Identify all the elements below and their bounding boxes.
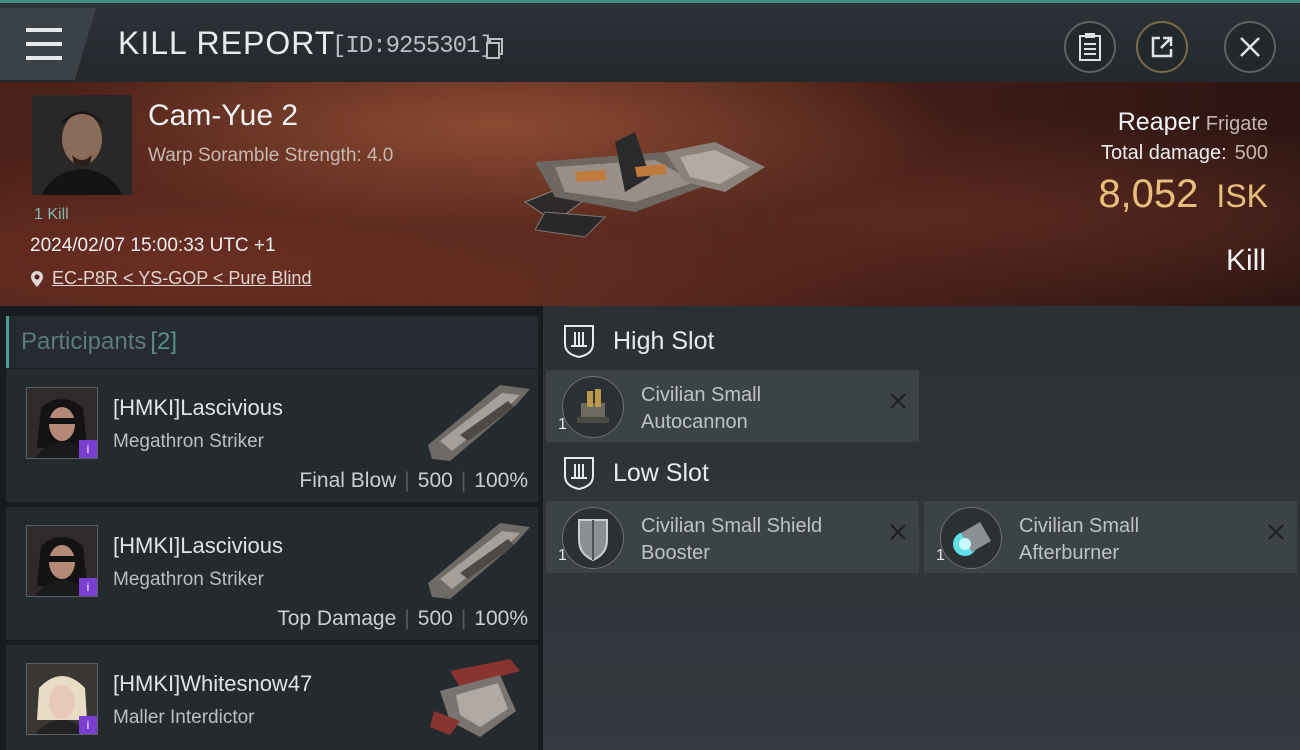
stats-divider: | xyxy=(404,469,410,492)
participant-ship: Maller Interdictor xyxy=(113,707,255,728)
participant-ship-image xyxy=(430,659,520,737)
avatar[interactable]: i xyxy=(26,525,98,597)
participant-row[interactable]: i [HMKI]Lascivious Megathron Striker Fin… xyxy=(6,369,538,502)
shield-booster-icon xyxy=(562,507,624,569)
victim-ship: Reaper Frigate xyxy=(1118,108,1268,137)
victim-portrait[interactable] xyxy=(32,95,132,195)
participant-ship: Megathron Striker xyxy=(113,569,265,590)
stats-divider: | xyxy=(460,469,467,492)
share-icon xyxy=(1151,36,1173,58)
participant-row[interactable]: i [HMKI]Whitesnow47 Maller Interdictor xyxy=(6,645,538,750)
clipboard-button[interactable] xyxy=(1064,21,1116,73)
module-item[interactable]: 1 Civilian Small Shield Booster xyxy=(546,501,919,573)
participant-damage: 500 xyxy=(417,607,453,630)
kill-datetime: 2024/02/07 15:00:33 UTC +1 xyxy=(30,235,276,256)
location-text: EC-P8R < YS-GOP < Pure Blind xyxy=(52,268,312,288)
kill-count: 1 Kill xyxy=(34,206,69,223)
isk-amount: 8,052 xyxy=(1098,172,1199,216)
remove-icon[interactable] xyxy=(1267,523,1285,541)
report-id: [ID:9255301] xyxy=(332,33,494,60)
participant-tag: Final Blow xyxy=(299,469,397,492)
afterburner-icon xyxy=(940,507,1002,569)
result-label: Kill xyxy=(1225,244,1266,277)
victim-ship-name: Reaper xyxy=(1117,108,1200,136)
victim-banner: Cam-Yue 2 Warp Soramble Strength: 4.0 1 … xyxy=(0,82,1300,306)
module-name: Civilian Small Shield Booster xyxy=(641,515,823,564)
share-button[interactable] xyxy=(1136,21,1188,73)
pilot-portrait-image xyxy=(32,95,132,195)
module-name: Civilian Small Afterburner xyxy=(1019,515,1140,564)
location-pin-icon xyxy=(31,270,43,287)
participants-label: Participants xyxy=(21,328,147,355)
participant-tag: Top Damage xyxy=(277,607,397,630)
participant-stats: Final Blow | 500 | 100% xyxy=(299,469,528,493)
clipboard-icon xyxy=(1079,33,1101,61)
remove-icon[interactable] xyxy=(889,392,907,410)
autocannon-icon xyxy=(562,376,624,438)
victim-name[interactable]: Cam-Yue 2 xyxy=(148,99,298,133)
low-slot-header: Low Slot xyxy=(563,456,709,490)
copy-icon[interactable] xyxy=(486,38,504,60)
info-badge-icon: i xyxy=(79,440,97,458)
module-name: Civilian Small Autocannon xyxy=(641,384,762,433)
remove-icon[interactable] xyxy=(889,523,907,541)
info-badge-icon: i xyxy=(79,578,97,596)
high-slot-header: High Slot xyxy=(563,324,714,358)
total-damage-label: Total damage: xyxy=(1100,142,1227,164)
participant-percent: 100% xyxy=(474,469,528,492)
low-slot-icon xyxy=(564,457,594,490)
module-quantity: 1 xyxy=(936,547,945,564)
high-slot-icon xyxy=(564,325,594,358)
top-bar: KILL REPORT [ID:9255301] xyxy=(0,0,1300,82)
module-quantity: 1 xyxy=(558,416,567,433)
menu-button[interactable] xyxy=(0,8,96,80)
module-item[interactable]: 1 Civilian Small Afterburner xyxy=(924,501,1297,573)
module-item[interactable]: 1 Civilian Small Autocannon xyxy=(546,370,919,442)
location-link[interactable]: EC-P8R < YS-GOP < Pure Blind xyxy=(30,268,311,289)
victim-ship-class: Frigate xyxy=(1205,113,1268,135)
participant-stats: Top Damage | 500 | 100% xyxy=(277,607,528,631)
info-badge-icon: i xyxy=(79,716,97,734)
participant-ship: Megathron Striker xyxy=(113,431,265,452)
participant-name[interactable]: [HMKI]Lascivious xyxy=(113,395,283,421)
participants-header: Participants [2] xyxy=(6,316,538,368)
avatar[interactable]: i xyxy=(26,663,98,735)
stats-divider: | xyxy=(460,607,467,630)
participants-panel: Participants [2] i [HMKI]Lascivious Megat… xyxy=(0,306,543,750)
participant-row[interactable]: i [HMKI]Lascivious Megathron Striker Top… xyxy=(6,507,538,640)
fitting-panel: High Slot 1 Civilian Small Autocannon Lo… xyxy=(543,306,1300,750)
close-button[interactable] xyxy=(1224,21,1276,73)
high-slot-label: High Slot xyxy=(613,326,715,355)
isk-unit: ISK xyxy=(1216,178,1268,214)
participant-ship-image xyxy=(428,385,530,461)
total-damage-value: 500 xyxy=(1234,142,1268,164)
participants-count: [2] xyxy=(150,328,178,355)
low-slot-label: Low Slot xyxy=(613,458,709,487)
participant-name[interactable]: [HMKI]Lascivious xyxy=(113,533,283,559)
isk-value: 8,052 ISK xyxy=(1098,172,1268,217)
hamburger-icon xyxy=(26,23,62,65)
close-icon xyxy=(1240,37,1260,57)
participant-percent: 100% xyxy=(474,607,528,630)
victim-subtitle: Warp Soramble Strength: 4.0 xyxy=(148,145,394,166)
stats-divider: | xyxy=(404,607,410,630)
victim-ship-image xyxy=(523,132,765,238)
total-damage: Total damage: 500 xyxy=(1101,142,1268,165)
module-quantity: 1 xyxy=(558,547,567,564)
page-title: KILL REPORT xyxy=(118,25,336,61)
participant-ship-image xyxy=(428,523,530,599)
participant-name[interactable]: [HMKI]Whitesnow47 xyxy=(113,671,312,697)
participant-damage: 500 xyxy=(417,469,453,492)
avatar[interactable]: i xyxy=(26,387,98,459)
